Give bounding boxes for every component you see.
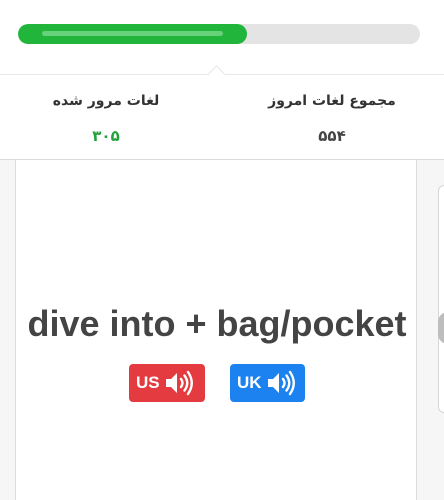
speaker-icon — [165, 370, 193, 396]
side-scroll-handle[interactable] — [438, 312, 444, 344]
today-total-label: مجموع لغات امروز — [268, 93, 396, 109]
next-card-edge[interactable] — [438, 185, 444, 413]
reviewed-words-count: ۳۰۵ — [92, 127, 120, 145]
stats-panel: لغات مرور شده ۳۰۵ مجموع لغات امروز ۵۵۴ — [0, 65, 444, 160]
progress-bar-highlight — [42, 31, 224, 36]
us-pronunciation-button[interactable]: US — [129, 364, 205, 402]
flashcard-word: dive into + bag/pocket — [27, 303, 407, 344]
today-total-stat: مجموع لغات امروز ۵۵۴ — [232, 89, 432, 147]
flashcard[interactable]: dive into + bag/pocket US UK — [15, 160, 417, 500]
us-accent-label: US — [136, 373, 160, 392]
uk-accent-label: UK — [237, 373, 262, 392]
progress-bar-fill — [18, 24, 248, 44]
progress-header — [0, 0, 444, 75]
reviewed-words-label: لغات مرور شده — [52, 93, 160, 109]
speaker-icon — [267, 370, 295, 396]
uk-pronunciation-button[interactable]: UK — [230, 364, 305, 402]
today-total-count: ۵۵۴ — [318, 127, 346, 145]
daily-progress-bar — [18, 24, 420, 44]
reviewed-words-stat: لغات مرور شده ۳۰۵ — [6, 89, 206, 147]
